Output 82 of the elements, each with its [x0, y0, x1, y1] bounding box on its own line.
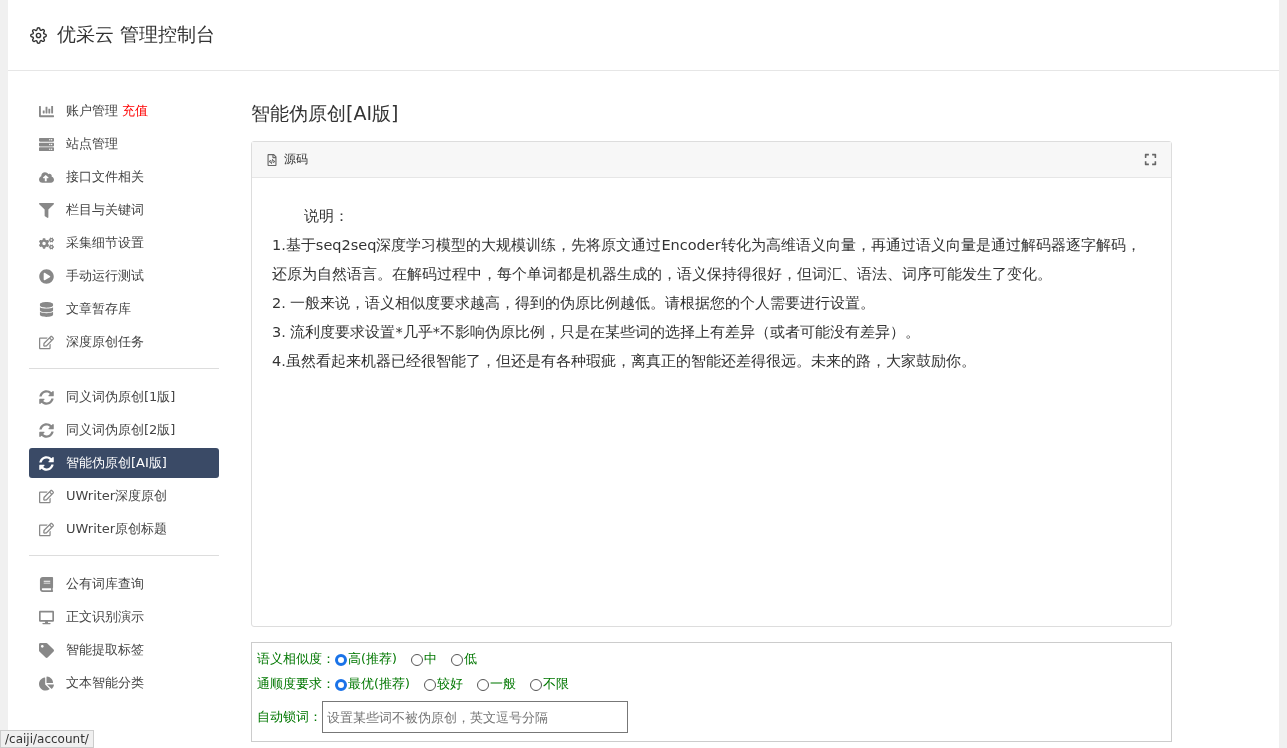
- refresh-icon: [39, 455, 54, 471]
- radio-button[interactable]: [450, 653, 463, 666]
- sidebar-item-label: 采集细节设置: [66, 234, 144, 252]
- sidebar-item-label: 公有词库查询: [66, 575, 144, 593]
- sidebar-item[interactable]: 文本智能分类: [29, 668, 219, 698]
- radio-button[interactable]: [476, 678, 489, 691]
- radio-button[interactable]: [410, 653, 423, 666]
- sidebar-item-label: 手动运行测试: [66, 267, 144, 285]
- sidebar-item[interactable]: 深度原创任务: [29, 327, 219, 357]
- sidebar-item-label: 文章暂存库: [66, 300, 131, 318]
- refresh-icon: [39, 389, 54, 405]
- sidebar-item[interactable]: 公有词库查询: [29, 569, 219, 599]
- sidebar-item[interactable]: UWriter原创标题: [29, 514, 219, 544]
- field-label: 语义相似度：: [257, 651, 335, 668]
- edit-icon: [39, 521, 54, 537]
- radio-button[interactable]: [529, 678, 542, 691]
- sidebar-item[interactable]: 栏目与关键词: [29, 195, 219, 225]
- radio-button[interactable]: [423, 678, 436, 691]
- refresh-icon: [39, 422, 54, 438]
- radio-label[interactable]: 高(推荐): [348, 651, 397, 668]
- database-icon: [39, 301, 54, 317]
- radio-button[interactable]: [335, 678, 347, 691]
- fullscreen-icon[interactable]: [1144, 153, 1157, 166]
- sidebar-item-label: 账户管理: [66, 102, 118, 120]
- editor-paragraph: 3. 流利度要求设置*几乎*不影响伪原比例，只是在某些词的选择上有差异（或者可能没有差异）。: [272, 323, 921, 342]
- filter-icon: [39, 202, 54, 218]
- radio-label[interactable]: 较好: [436, 676, 463, 693]
- sidebar-item[interactable]: 智能伪原创[AI版]: [29, 448, 219, 478]
- tag-icon: [39, 642, 54, 658]
- code-file-icon: [266, 153, 278, 166]
- pie-chart-icon: [39, 675, 54, 691]
- sidebar-item-label: 文本智能分类: [66, 674, 144, 692]
- sidebar-item[interactable]: 账户管理 充值: [29, 96, 219, 126]
- sidebar-item[interactable]: 同义词伪原创[2版]: [29, 415, 219, 445]
- sidebar-item-label: UWriter原创标题: [66, 520, 168, 538]
- editor-paragraph: 说明：: [303, 207, 350, 226]
- sidebar-item-label: 正文识别演示: [66, 608, 144, 626]
- sidebar-item[interactable]: 接口文件相关: [29, 162, 219, 192]
- sidebar-item[interactable]: 手动运行测试: [29, 261, 219, 291]
- radio-label[interactable]: 最优(推荐): [348, 676, 410, 693]
- recharge-link[interactable]: 充值: [122, 102, 148, 120]
- sidebar-item[interactable]: UWriter深度原创: [29, 481, 219, 511]
- sidebar-item-label: 栏目与关键词: [66, 201, 144, 219]
- edit-icon: [39, 488, 54, 504]
- sidebar-item[interactable]: 智能提取标签: [29, 635, 219, 665]
- sidebar-item-label: 站点管理: [66, 135, 118, 153]
- radio-label[interactable]: 中: [423, 651, 437, 668]
- settings-icon: [30, 26, 47, 44]
- sidebar-item[interactable]: 采集细节设置: [29, 228, 219, 258]
- source-button[interactable]: 源码: [266, 151, 308, 168]
- cloud-upload-icon: [39, 169, 54, 185]
- book-icon: [39, 576, 54, 592]
- sidebar-item-label: 同义词伪原创[1版]: [66, 388, 176, 406]
- sidebar-item-label: UWriter深度原创: [66, 487, 168, 505]
- monitor-icon: [39, 609, 54, 625]
- sidebar-item[interactable]: 站点管理: [29, 129, 219, 159]
- app-title: 优采云 管理控制台: [57, 22, 216, 47]
- status-url: /caiji/account/: [0, 730, 94, 748]
- sidebar-item-label: 智能伪原创[AI版]: [66, 454, 167, 472]
- radio-button[interactable]: [335, 653, 347, 666]
- page-title: 智能伪原创[AI版]: [251, 101, 400, 126]
- sidebar-item[interactable]: 正文识别演示: [29, 602, 219, 632]
- radio-label[interactable]: 不限: [542, 676, 569, 693]
- server-icon: [39, 136, 54, 152]
- editor-paragraph: 4.虽然看起来机器已经很智能了，但还是有各种瑕疵，离真正的智能还差得很远。未来的路，大家鼓励你。: [272, 352, 977, 371]
- editor-paragraph: 2. 一般来说，语义相似度要求越高，得到的伪原比例越低。请根据您的个人需要进行设置。: [272, 294, 877, 313]
- bar-chart-icon: [39, 103, 54, 119]
- gears-icon: [39, 235, 54, 251]
- editor-paragraph: 1.基于seq2seq深度学习模型的大规模训练，先将原文通过Encoder转化为高维语义向量，再通过语义向量是通过解码器逐字解码，还原为自然语言。在解码过程中，每个单词都是机器生成的，语义保持得很好，但词汇、语法、词序可能发生了变化。: [272, 236, 1142, 284]
- play-icon: [39, 268, 54, 284]
- sidebar-item[interactable]: 同义词伪原创[1版]: [29, 382, 219, 412]
- edit-icon: [39, 334, 54, 350]
- lock-words-field[interactable]: 设置某些词不被伪原创，英文逗号分隔: [322, 701, 628, 733]
- field-label: 通顺度要求：: [257, 676, 335, 693]
- field-label: 自动锁词：: [257, 708, 322, 726]
- sidebar-item-label: 接口文件相关: [66, 168, 144, 186]
- sidebar-item[interactable]: 文章暂存库: [29, 294, 219, 324]
- sidebar-item-label: 同义词伪原创[2版]: [66, 421, 176, 439]
- radio-label[interactable]: 一般: [489, 676, 516, 693]
- sidebar-item-label: 智能提取标签: [66, 641, 144, 659]
- sidebar-item-label: 深度原创任务: [66, 333, 144, 351]
- radio-label[interactable]: 低: [463, 651, 477, 668]
